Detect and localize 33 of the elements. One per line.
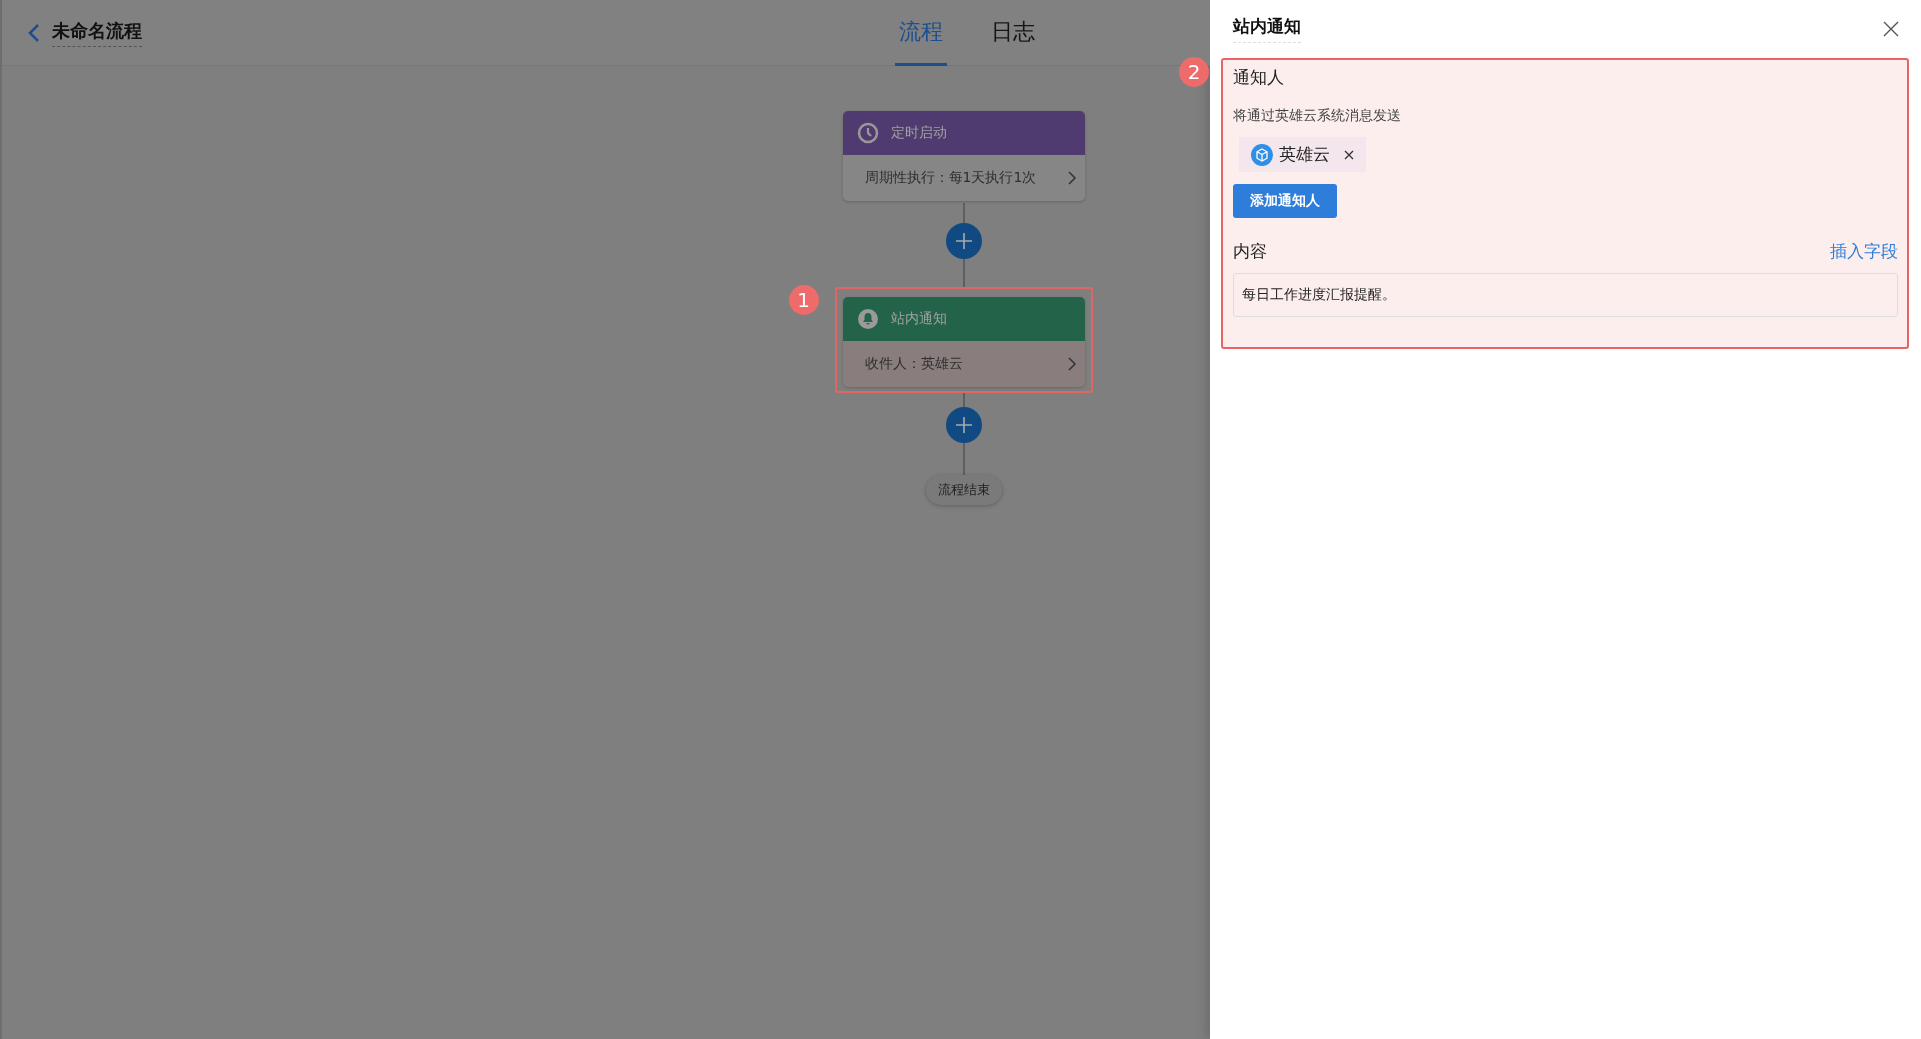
tab[interactable]: 日志 <box>987 0 1039 66</box>
close-button[interactable] <box>1883 21 1899 37</box>
hint-text: 将通过英雄云系统消息发送 <box>1233 107 1401 125</box>
chevron-right-icon <box>1066 171 1077 185</box>
clock-icon <box>856 122 879 144</box>
flow-node[interactable]: 站内通知 收件人：英雄云 <box>842 297 1085 387</box>
content-field[interactable]: 每日工作进度汇报提醒。 <box>1233 273 1898 317</box>
tab[interactable]: 流程 <box>895 0 947 66</box>
plus-icon <box>954 416 973 434</box>
back-icon <box>28 22 40 43</box>
bell-icon <box>856 308 879 330</box>
flow-title: 未命名流程 <box>52 18 142 47</box>
flow-end-label: 流程结束 <box>925 475 1002 505</box>
back-button[interactable]: 未命名流程 <box>28 18 142 47</box>
close-icon <box>1883 21 1899 37</box>
close-icon <box>1344 149 1354 160</box>
node-title: 定时启动 <box>890 124 947 142</box>
chevron-right-icon <box>1066 357 1077 371</box>
cube-icon <box>1251 143 1273 166</box>
flow-node[interactable]: 定时启动 周期性执行：每1天执行1次 <box>842 111 1085 201</box>
drawer-title: 站内通知 <box>1233 15 1301 43</box>
content-label: 内容 <box>1233 240 1267 263</box>
add-step-button[interactable] <box>945 223 982 259</box>
step-marker: 1 <box>788 285 819 315</box>
add-step-button[interactable] <box>945 407 982 443</box>
add-recipient-button[interactable]: 添加通知人 <box>1233 184 1337 218</box>
node-detail: 周期性执行：每1天执行1次 <box>864 169 1037 187</box>
node-detail: 收件人：英雄云 <box>864 355 963 373</box>
insert-field-link[interactable]: 插入字段 <box>1830 240 1898 263</box>
recipients-label: 通知人 <box>1233 66 1284 89</box>
node-title: 站内通知 <box>890 310 947 328</box>
recipient-name: 英雄云 <box>1279 143 1330 166</box>
plus-icon <box>954 232 973 250</box>
